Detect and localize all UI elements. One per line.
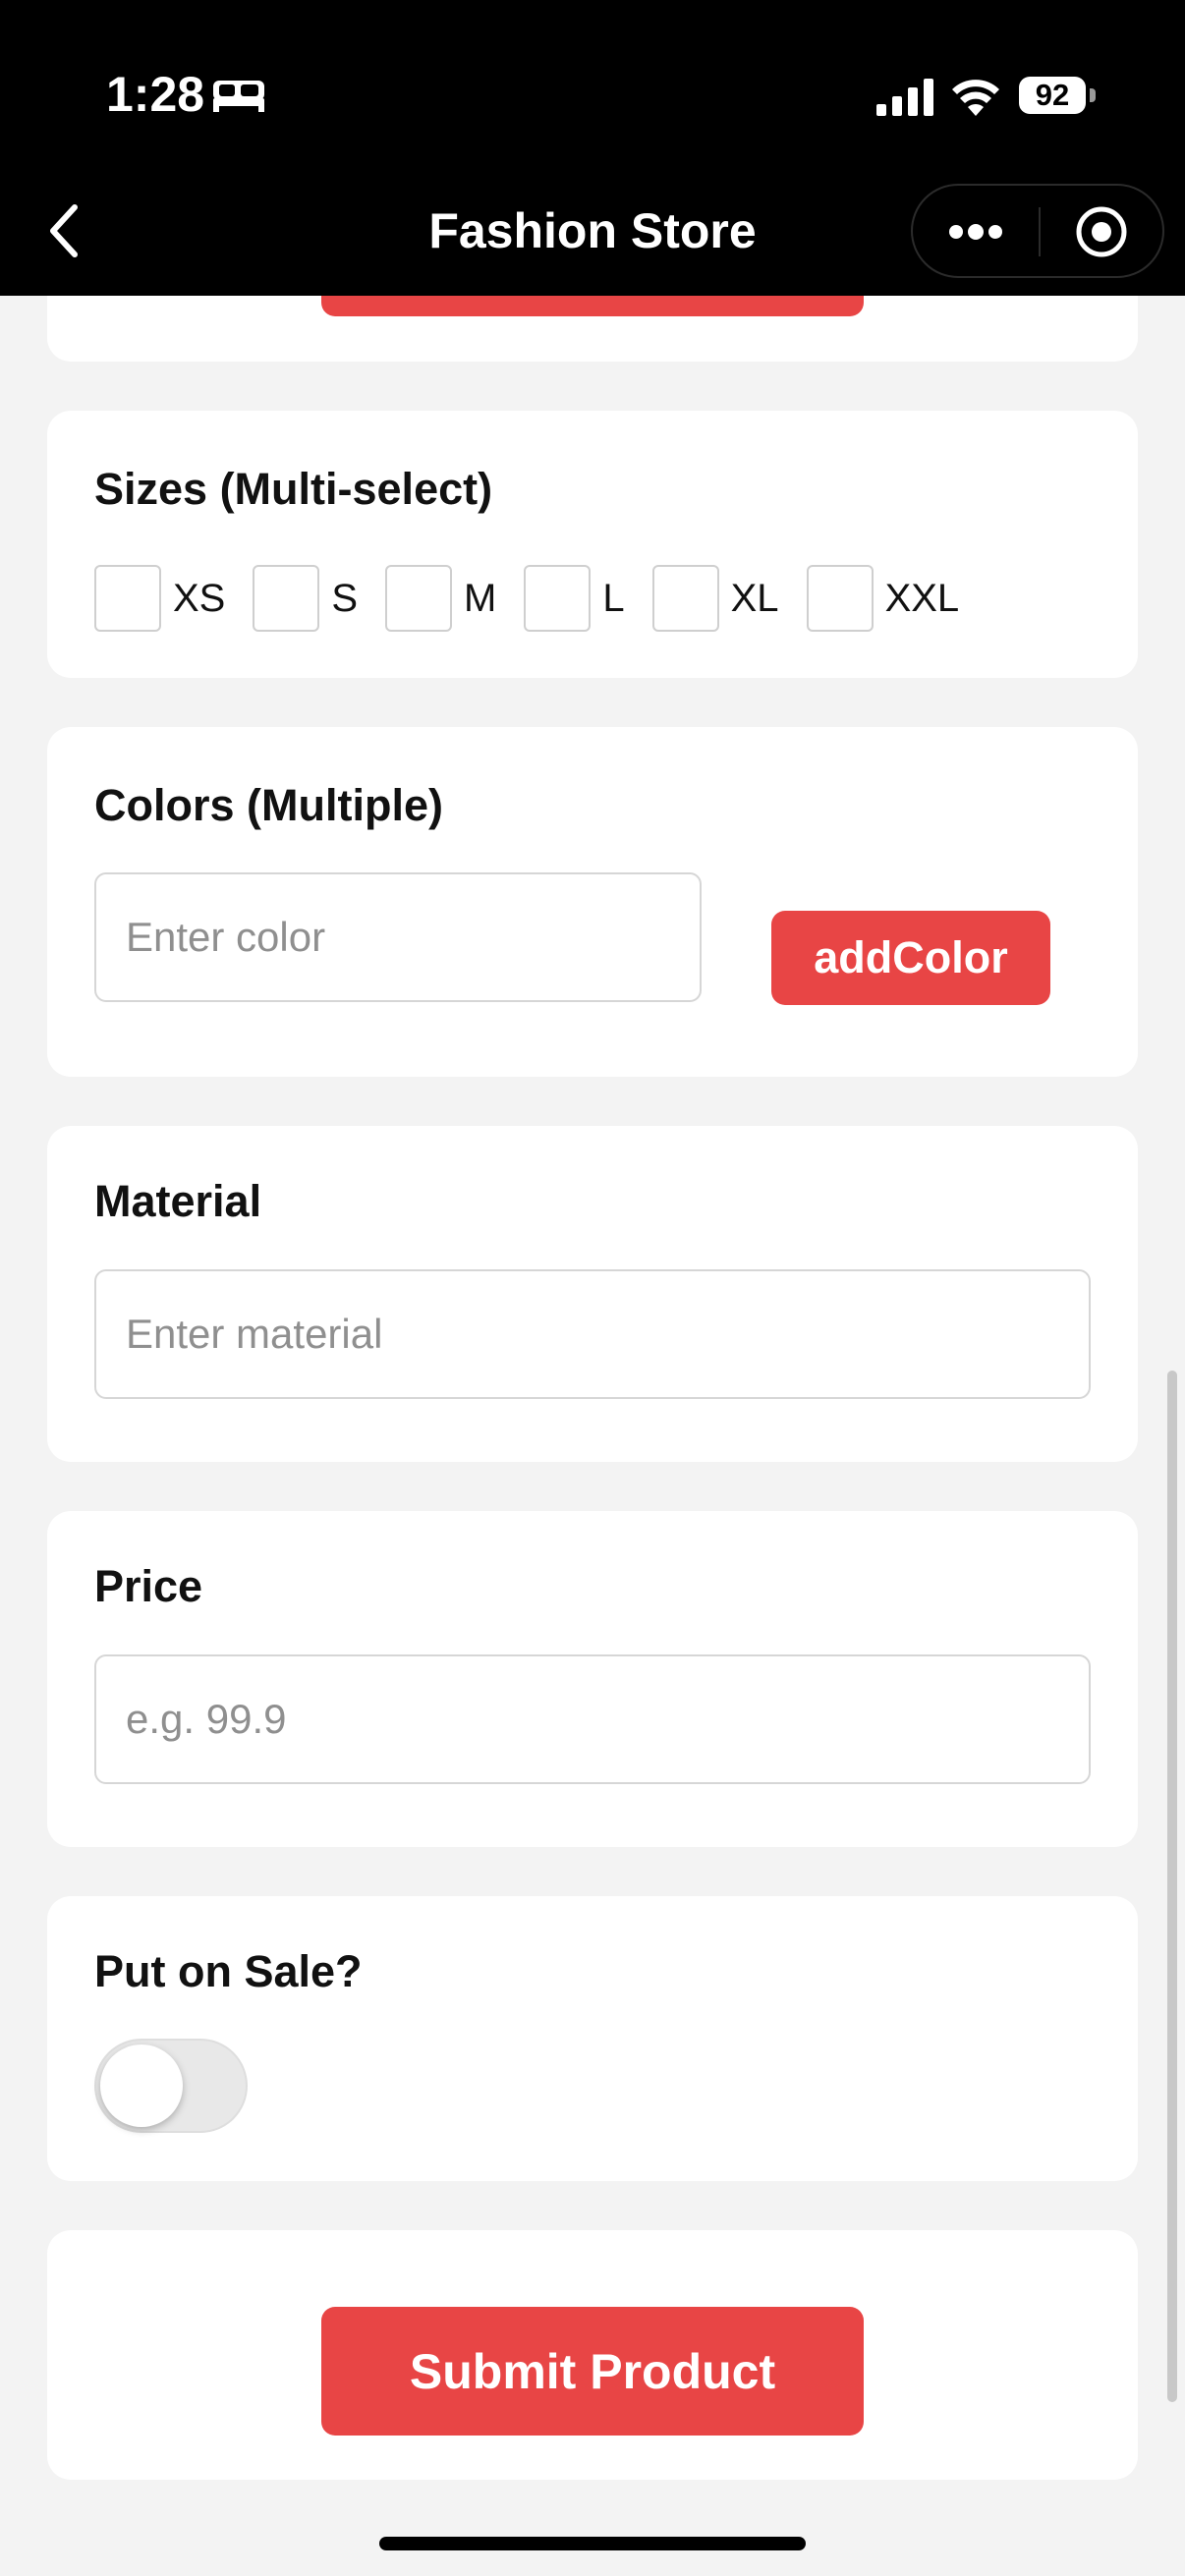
size-option-xxl[interactable]: XXL bbox=[806, 565, 960, 632]
size-option-label: L bbox=[602, 576, 625, 620]
cellular-signal-icon bbox=[876, 79, 933, 116]
sizes-label: Sizes (Multi-select) bbox=[94, 464, 493, 514]
checkbox[interactable] bbox=[385, 565, 453, 632]
size-option-xs[interactable]: XS bbox=[94, 565, 225, 632]
colors-label: Colors (Multiple) bbox=[94, 780, 443, 830]
colors-card: Colors (Multiple) addColor bbox=[47, 727, 1138, 1077]
battery-level: 92 bbox=[1019, 77, 1086, 114]
scrollbar[interactable] bbox=[1167, 1371, 1177, 2402]
capsule-divider bbox=[1039, 207, 1041, 256]
checkbox[interactable] bbox=[524, 565, 592, 632]
size-option-m[interactable]: M bbox=[385, 565, 496, 632]
add-color-button[interactable]: addColor bbox=[771, 911, 1050, 1005]
size-option-label: M bbox=[464, 576, 497, 620]
wifi-icon bbox=[952, 80, 999, 116]
material-label: Material bbox=[94, 1176, 262, 1226]
sale-card: Put on Sale? bbox=[47, 1896, 1138, 2181]
size-option-xl[interactable]: XL bbox=[651, 565, 779, 632]
top-bar: 1:28 92 Fashion Store bbox=[0, 0, 1185, 296]
size-option-label: XXL bbox=[884, 576, 960, 620]
submit-card: Submit Product bbox=[47, 2230, 1138, 2480]
sizes-card: Sizes (Multi-select) XS S M L XL XXL bbox=[47, 411, 1138, 678]
more-icon[interactable] bbox=[946, 215, 1005, 249]
checkbox[interactable] bbox=[651, 565, 719, 632]
material-card: Material bbox=[47, 1126, 1138, 1462]
mini-program-capsule bbox=[911, 184, 1164, 278]
status-time: 1:28 bbox=[106, 67, 205, 122]
sizes-checkbox-group: XS S M L XL XXL bbox=[94, 563, 987, 634]
price-card: Price bbox=[47, 1511, 1138, 1847]
size-option-label: XS bbox=[173, 576, 226, 620]
battery-indicator: 92 bbox=[1019, 77, 1098, 114]
home-indicator bbox=[379, 2537, 806, 2550]
checkbox[interactable] bbox=[806, 565, 874, 632]
toggle-knob bbox=[100, 2044, 183, 2127]
close-target-icon[interactable] bbox=[1075, 205, 1128, 258]
price-label: Price bbox=[94, 1561, 203, 1611]
submit-product-button[interactable]: Submit Product bbox=[321, 2307, 864, 2436]
size-option-l[interactable]: L bbox=[524, 565, 625, 632]
size-option-s[interactable]: S bbox=[253, 565, 358, 632]
checkbox[interactable] bbox=[94, 565, 161, 632]
sale-toggle[interactable] bbox=[94, 2039, 248, 2133]
color-input[interactable] bbox=[94, 872, 702, 1002]
sleep-focus-icon bbox=[213, 81, 264, 112]
size-option-label: XL bbox=[730, 576, 779, 620]
size-option-label: S bbox=[331, 576, 359, 620]
sale-label: Put on Sale? bbox=[94, 1946, 363, 1996]
checkbox[interactable] bbox=[253, 565, 320, 632]
battery-tip bbox=[1090, 88, 1096, 102]
price-input[interactable] bbox=[94, 1654, 1091, 1784]
material-input[interactable] bbox=[94, 1269, 1091, 1399]
